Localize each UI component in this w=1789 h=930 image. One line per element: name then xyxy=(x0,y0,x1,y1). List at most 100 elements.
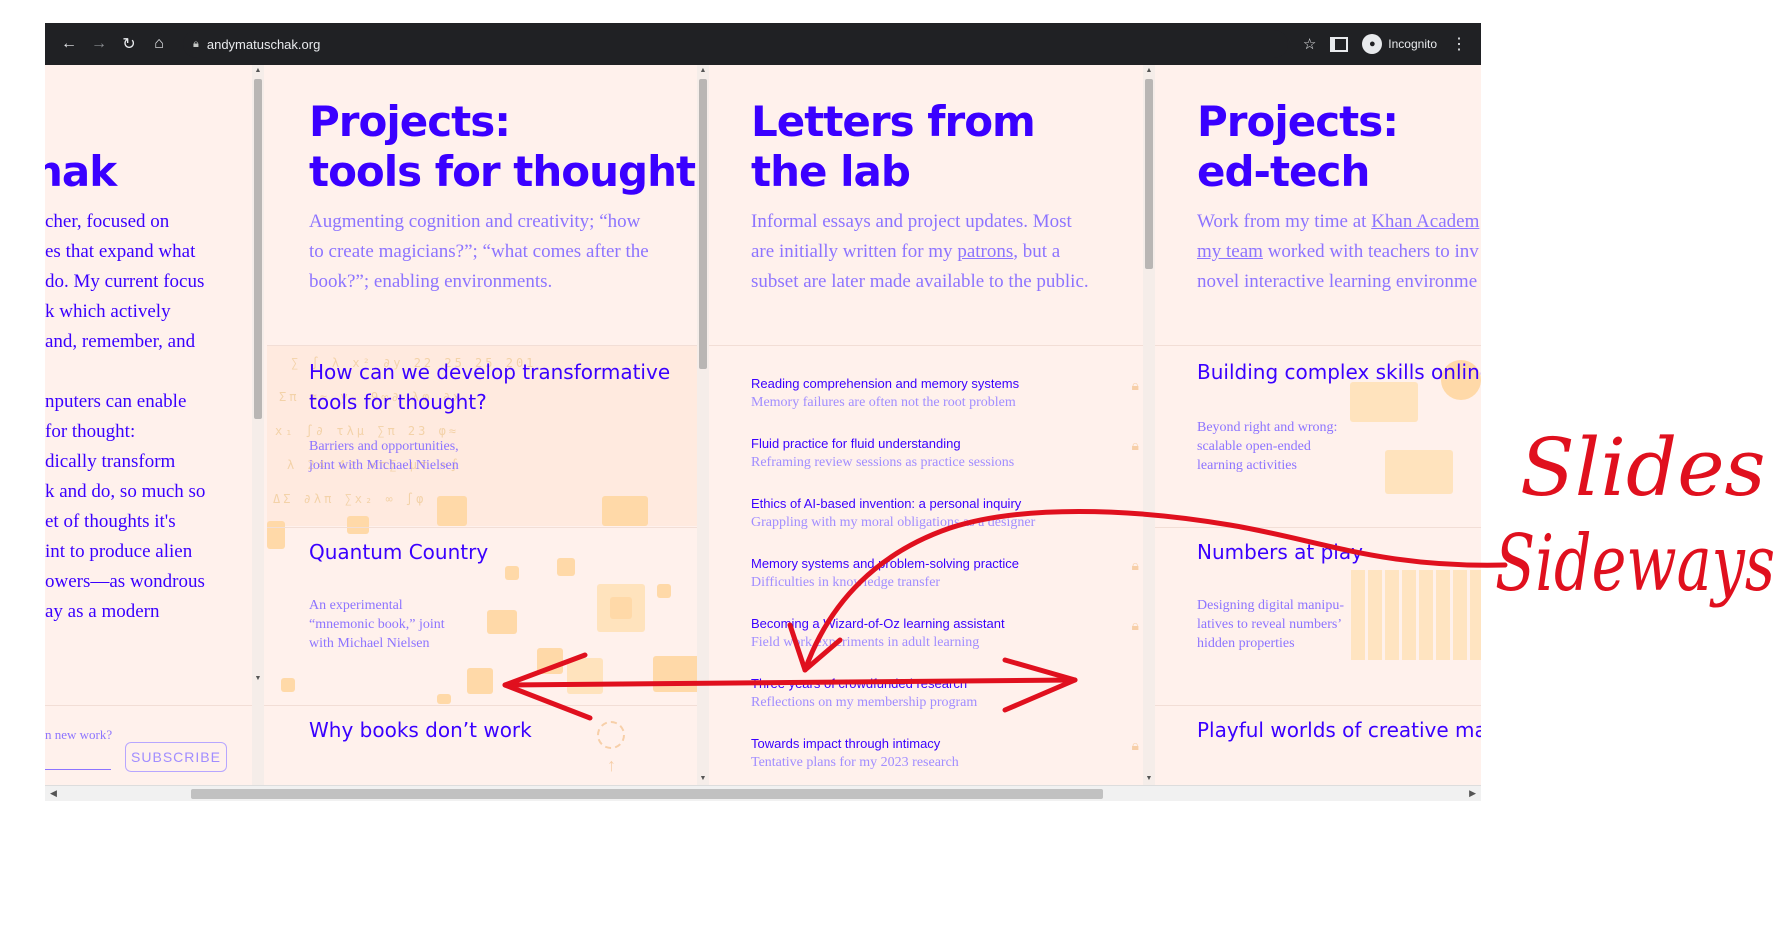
lock-icon: 🔒︎ xyxy=(1131,377,1139,393)
pane-tools-scrollbar[interactable]: ▲ ▼ xyxy=(697,65,709,785)
reload-icon[interactable]: ↻ xyxy=(115,30,143,58)
side-panel-icon[interactable] xyxy=(1330,36,1349,52)
address-bar[interactable]: 🔒︎ andymatuschak.org xyxy=(183,30,1288,58)
star-icon[interactable]: ☆ xyxy=(1303,35,1316,53)
letter-title[interactable]: Fluid practice for fluid understanding xyxy=(751,435,1111,453)
card-subtitle: “mnemonic book,” joint xyxy=(309,617,445,632)
lock-icon: 🔒︎ xyxy=(1131,737,1139,753)
pane-tools-for-thought[interactable]: Projects: tools for thought Augmenting c… xyxy=(267,65,701,785)
annotation-line2: Sideways xyxy=(1495,519,1775,609)
letter-item[interactable]: Three years of crowdfunded research Refl… xyxy=(751,675,1111,712)
card-title[interactable]: Playful worlds of creative mat xyxy=(1197,715,1481,745)
menu-icon[interactable]: ⋮ xyxy=(1451,34,1467,54)
pane-letters[interactable]: Letters from the lab Informal essays and… xyxy=(709,65,1143,785)
card-title[interactable]: tools for thought? xyxy=(309,387,487,417)
subscribe-button[interactable]: SUBSCRIBE xyxy=(125,742,227,772)
pane-tools-scroll-thumb[interactable] xyxy=(699,79,707,369)
khan-academy-link[interactable]: Khan Academ xyxy=(1371,211,1479,232)
pane-letters-scroll-thumb[interactable] xyxy=(1145,79,1153,269)
intro-line: do. My current focus xyxy=(45,271,205,292)
letter-subtitle: Grappling with my moral obligations as a… xyxy=(751,515,1036,530)
lock-icon: 🔒︎ xyxy=(1131,557,1139,573)
edtech-title-line2: ed-tech xyxy=(1197,147,1370,196)
intro-line: et of thoughts it's xyxy=(45,511,176,532)
letter-title[interactable]: Ethics of AI-based invention: a personal… xyxy=(751,495,1111,513)
letters-desc-line: Informal essays and project updates. Mos… xyxy=(751,211,1072,232)
letter-subtitle: Tentative plans for my 2023 research xyxy=(751,755,959,770)
card-subtitle: hidden properties xyxy=(1197,636,1295,651)
divider xyxy=(1155,527,1481,528)
url-text[interactable]: andymatuschak.org xyxy=(207,37,320,52)
letter-title[interactable]: Towards impact through intimacy xyxy=(751,735,1111,753)
letter-title[interactable]: Memory systems and problem-solving pract… xyxy=(751,555,1111,573)
letter-item[interactable]: Becoming a Wizard-of-Oz learning assista… xyxy=(751,615,1139,652)
edtech-desc-line: novel interactive learning environme xyxy=(1197,271,1478,292)
card-subtitle: An experimental xyxy=(309,598,403,613)
letter-subtitle: Reflections on my membership program xyxy=(751,695,978,710)
card-subtitle: latives to reveal numbers’ xyxy=(1197,617,1343,632)
letter-item[interactable]: Memory systems and problem-solving pract… xyxy=(751,555,1139,592)
scroll-left-icon[interactable]: ◀ xyxy=(50,788,57,799)
card-title[interactable]: Building complex skills online xyxy=(1197,357,1481,387)
intro-line: k which actively xyxy=(45,301,171,322)
tools-desc-line: to create magicians?”; “what comes after… xyxy=(309,241,649,262)
intro-line: dically transform xyxy=(45,451,176,472)
email-field[interactable] xyxy=(45,769,111,770)
horizontal-scrollbar[interactable]: ◀ ▶ xyxy=(45,785,1481,801)
intro-line: es that expand what xyxy=(45,241,196,262)
tools-title-line1: Projects: xyxy=(309,97,511,146)
edtech-desc-line: Work from my time at Khan Academ xyxy=(1197,211,1480,232)
tools-desc-line: book?”; enabling environments. xyxy=(309,271,553,292)
pane-intro-scroll-thumb[interactable] xyxy=(254,79,262,419)
tools-desc-line: Augmenting cognition and creativity; “ho… xyxy=(309,211,641,232)
scroll-right-icon[interactable]: ▶ xyxy=(1469,788,1476,799)
patrons-link[interactable]: patrons xyxy=(957,241,1013,262)
letter-item[interactable]: Reading comprehension and memory systems… xyxy=(751,375,1139,412)
horizontal-scroll-thumb[interactable] xyxy=(191,789,1103,799)
forward-icon[interactable]: → xyxy=(85,30,113,58)
divider xyxy=(709,345,1143,346)
pane-intro[interactable]: hak cher, focused on es that expand what… xyxy=(45,65,267,785)
divider xyxy=(45,705,267,706)
letter-title[interactable]: Reading comprehension and memory systems xyxy=(751,375,1111,393)
edtech-title-line1: Projects: xyxy=(1197,97,1399,146)
letters-title-line2: the lab xyxy=(751,147,911,196)
profile-button[interactable]: ● Incognito xyxy=(1362,34,1437,54)
pane-letters-scrollbar[interactable]: ▲ ▼ xyxy=(1143,65,1155,785)
home-icon[interactable]: ⌂ xyxy=(145,30,173,58)
card-title[interactable]: Numbers at play xyxy=(1197,537,1363,567)
lock-icon: 🔒︎ xyxy=(193,37,199,50)
card-title[interactable]: How can we develop transformative xyxy=(309,357,670,387)
back-icon[interactable]: ← xyxy=(55,30,83,58)
card-illustration xyxy=(1351,570,1481,660)
card-title[interactable]: Why books don’t work xyxy=(309,715,532,745)
my-team-link[interactable]: my team xyxy=(1197,241,1263,262)
card-title[interactable]: Quantum Country xyxy=(309,537,488,567)
nav-buttons: ← → ↻ ⌂ xyxy=(53,30,173,58)
intro-line: int to produce alien xyxy=(45,541,193,562)
intro-line: owers—as wondrous xyxy=(45,571,205,592)
letter-item[interactable]: Towards impact through intimacy Tentativ… xyxy=(751,735,1139,772)
sliding-panes[interactable]: hak cher, focused on es that expand what… xyxy=(45,65,1481,785)
browser-window: ← → ↻ ⌂ 🔒︎ andymatuschak.org ☆ ● Incogni… xyxy=(45,23,1481,801)
intro-title: hak xyxy=(45,147,117,196)
card-subtitle: Barriers and opportunities, xyxy=(309,439,459,454)
pane-edtech[interactable]: Projects: ed-tech Work from my time at K… xyxy=(1155,65,1481,785)
profile-label: Incognito xyxy=(1388,37,1437,51)
letter-item[interactable]: Ethics of AI-based invention: a personal… xyxy=(751,495,1111,532)
intro-line: and, remember, and xyxy=(45,331,196,352)
pane-intro-scrollbar[interactable]: ▲ ▼ xyxy=(252,65,264,785)
letter-item[interactable]: Fluid practice for fluid understanding R… xyxy=(751,435,1139,472)
letter-title[interactable]: Becoming a Wizard-of-Oz learning assista… xyxy=(751,615,1111,633)
divider xyxy=(1155,705,1481,706)
letter-subtitle: Field work experiments in adult learning xyxy=(751,635,980,650)
card-subtitle: scalable open-ended xyxy=(1197,439,1311,454)
tools-for-thought-link[interactable]: for thought: xyxy=(45,417,135,447)
letter-subtitle: Reframing review sessions as practice se… xyxy=(751,455,1015,470)
letters-desc-line: are initially written for my patrons, bu… xyxy=(751,241,1061,262)
arrow-up-icon: ↑ xyxy=(607,755,616,775)
card-subtitle: joint with Michael Nielsen xyxy=(309,458,459,473)
letter-title[interactable]: Three years of crowdfunded research xyxy=(751,675,1111,693)
intro-line: k and do, so much so xyxy=(45,481,206,502)
intro-line: ay as a modern xyxy=(45,601,160,622)
